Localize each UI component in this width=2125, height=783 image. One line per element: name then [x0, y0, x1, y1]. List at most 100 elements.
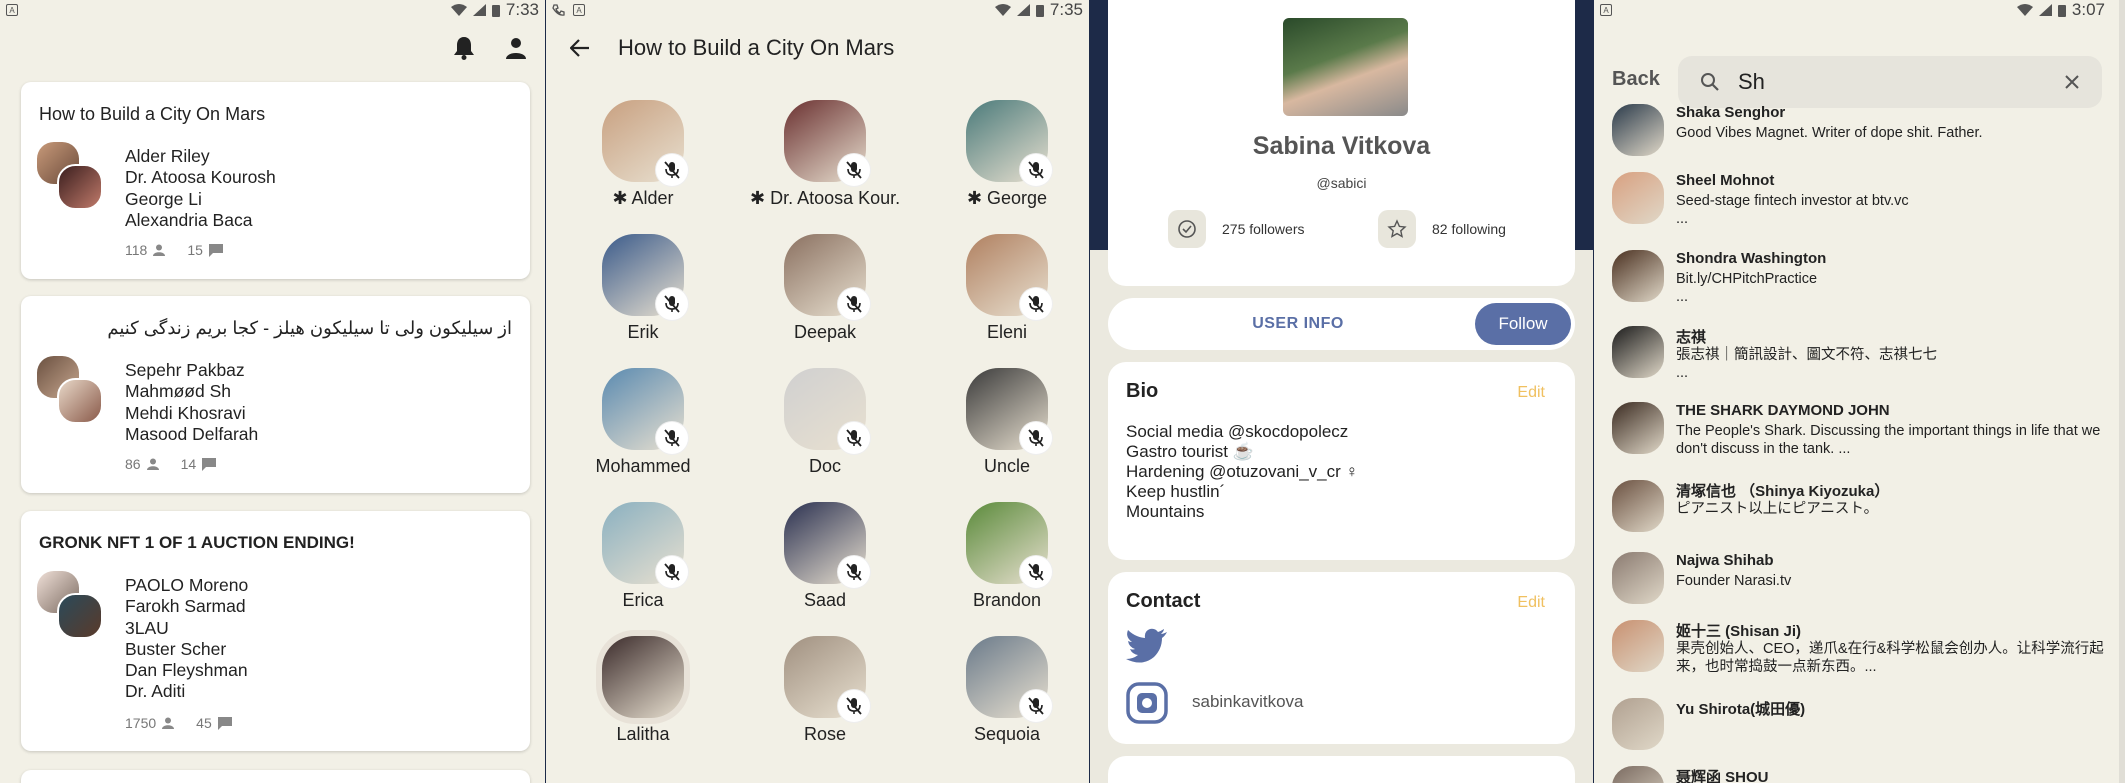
battery-icon: [491, 4, 500, 17]
speaker-name: Dr. Atoosa Kourosh: [125, 167, 276, 188]
clear-icon[interactable]: [2064, 74, 2080, 90]
profile-screen: Sabina Vitkova @sabici 275 followers 82 …: [1090, 0, 1593, 783]
signal-icon: [2038, 4, 2052, 16]
speaker-tile[interactable]: Erica: [568, 502, 718, 611]
bio-edit-link[interactable]: Edit: [1517, 384, 1545, 402]
phone-call-icon: [552, 3, 565, 16]
speaker-tile[interactable]: Mohammed: [568, 368, 718, 477]
speaker-name: Alexandria Baca: [125, 209, 253, 230]
speaker-avatar: [966, 234, 1052, 320]
listener-count: 86: [125, 456, 141, 472]
search-icon: [1701, 73, 1719, 91]
notification-a-icon: A: [1600, 4, 1612, 16]
room-card[interactable]: How to Build a City On Mars Alder Riley …: [21, 82, 530, 279]
room-stats: 1750 45: [125, 715, 236, 731]
wifi-icon: [2016, 4, 2033, 16]
profile-icon[interactable]: [505, 37, 527, 59]
result-name: 姬十三 (Shisan Ji): [1676, 623, 1802, 640]
status-time: 7:33: [505, 0, 539, 19]
twitter-icon[interactable]: [1126, 628, 1168, 664]
room-avatars: [37, 571, 107, 641]
speaker-tile[interactable]: Uncle: [932, 368, 1082, 477]
speaker-name: Saad: [803, 590, 847, 610]
room-stats: 86 14: [125, 456, 220, 472]
speaker-tile[interactable]: Sequoia: [932, 636, 1082, 745]
speaker-tile[interactable]: Lalitha: [568, 636, 718, 745]
mic-muted-icon: [1020, 690, 1052, 722]
speaker-name: Alder Riley: [125, 146, 210, 166]
speaker-tile[interactable]: Deepak: [750, 234, 900, 343]
speaker-tile[interactable]: Brandon: [932, 502, 1082, 611]
status-time: 7:35: [1049, 0, 1083, 19]
instagram-icon[interactable]: [1126, 682, 1168, 724]
mic-muted-icon: [656, 154, 688, 186]
result-bio: ピアニスト以上にピアニスト。: [1676, 501, 1879, 517]
speaker-tile[interactable]: Eleni: [932, 234, 1082, 343]
person-icon: [162, 717, 175, 729]
speaker-name: 3LAU: [125, 617, 169, 638]
followers-stat[interactable]: 275 followers: [1168, 210, 1305, 248]
result-name: 聂辉函 SHOU: [1676, 769, 1769, 783]
result-bio: Good Vibes Magnet. Writer of dope shit. …: [1676, 125, 1983, 141]
instagram-handle[interactable]: sabinkavitkova: [1192, 692, 1304, 712]
profile-name: Sabina Vitkova: [1252, 132, 1431, 160]
mic-muted-icon: [1020, 556, 1052, 588]
room-speaker-list: PAOLO Moreno Farokh Sarmad 3LAU Buster S…: [125, 575, 248, 703]
result-bio: Seed-stage fintech investor at btv.vc ..…: [1676, 193, 1909, 227]
bio-card: Bio Edit Social media @skocdopolecz Gast…: [1108, 362, 1575, 560]
follow-button[interactable]: Follow: [1475, 303, 1571, 345]
result-name: 清塚信也 （Shinya Kiyozuka）: [1676, 483, 1890, 500]
back-button[interactable]: Back: [1612, 68, 1660, 91]
speaker-name: Rose: [803, 724, 847, 744]
speaker-tile[interactable]: Erik: [568, 234, 718, 343]
speaker-name: Buster Scher: [125, 638, 227, 659]
contact-title: Contact: [1126, 590, 1201, 612]
tab-user-info[interactable]: USER INFO: [1108, 298, 1488, 350]
status-bar: A 7:33: [0, 0, 545, 20]
battery-icon: [1035, 4, 1044, 17]
profile-photo[interactable]: [1283, 18, 1408, 116]
person-icon: [146, 458, 159, 470]
check-circle-icon: [1168, 210, 1206, 248]
room-card[interactable]: GRONK NFT 1 OF 1 AUCTION ENDING! PAOLO M…: [21, 511, 530, 751]
search-field[interactable]: Sh: [1678, 56, 2102, 108]
speaker-name: George Li: [125, 188, 202, 209]
speaker-name: ✱ Alder: [612, 188, 674, 208]
speaker-avatar: [784, 234, 870, 320]
chat-bubble-icon: [202, 457, 217, 471]
search-input[interactable]: Sh: [1738, 69, 1765, 95]
avatar: [57, 378, 103, 424]
result-name: Najwa Shihab: [1676, 552, 1774, 569]
speaker-tile[interactable]: ✱ Alder: [568, 100, 718, 209]
avatar: [1612, 104, 1664, 156]
following-stat[interactable]: 82 following: [1378, 210, 1506, 248]
bell-icon[interactable]: [453, 36, 475, 60]
room-speaker-list: Sepehr Pakbaz Mahmøød Sh Mehdi Khosravi …: [125, 360, 258, 445]
status-bar: A 3:07: [1594, 0, 2125, 20]
contact-edit-link[interactable]: Edit: [1517, 594, 1545, 612]
speaker-name: Uncle: [983, 456, 1031, 476]
speaker-tile[interactable]: Saad: [750, 502, 900, 611]
room-card[interactable]: [21, 770, 530, 783]
result-name: Shondra Washington: [1676, 250, 1827, 267]
battery-icon: [2057, 4, 2066, 17]
speaker-avatar: [784, 368, 870, 454]
room-title: How to Build a City On Mars: [618, 35, 895, 60]
speaker-tile[interactable]: Rose: [750, 636, 900, 745]
result-name: 志祺: [1676, 329, 1707, 346]
back-arrow-icon[interactable]: [570, 39, 590, 57]
mic-muted-icon: [656, 288, 688, 320]
signal-icon: [1016, 4, 1030, 16]
speaker-tile[interactable]: ✱ Dr. Atoosa Kour...: [750, 100, 900, 209]
speaker-tile[interactable]: Doc: [750, 368, 900, 477]
speaker-name: Mohammed: [595, 456, 691, 476]
speaker-name: Farokh Sarmad: [125, 596, 246, 617]
hallway-toolbar: [0, 20, 545, 76]
bio-title: Bio: [1126, 380, 1159, 402]
room-card[interactable]: از سیلیکون ولی تا سیلیکون هیلز - کجا بری…: [21, 296, 530, 493]
result-bio: The People's Shark. Discussing the impor…: [1676, 423, 2101, 457]
scrollbar[interactable]: [2119, 0, 2125, 783]
result-name: Yu Shirota(城田優): [1676, 701, 1806, 718]
speaker-tile[interactable]: ✱ George: [932, 100, 1082, 209]
mic-muted-icon: [838, 288, 870, 320]
